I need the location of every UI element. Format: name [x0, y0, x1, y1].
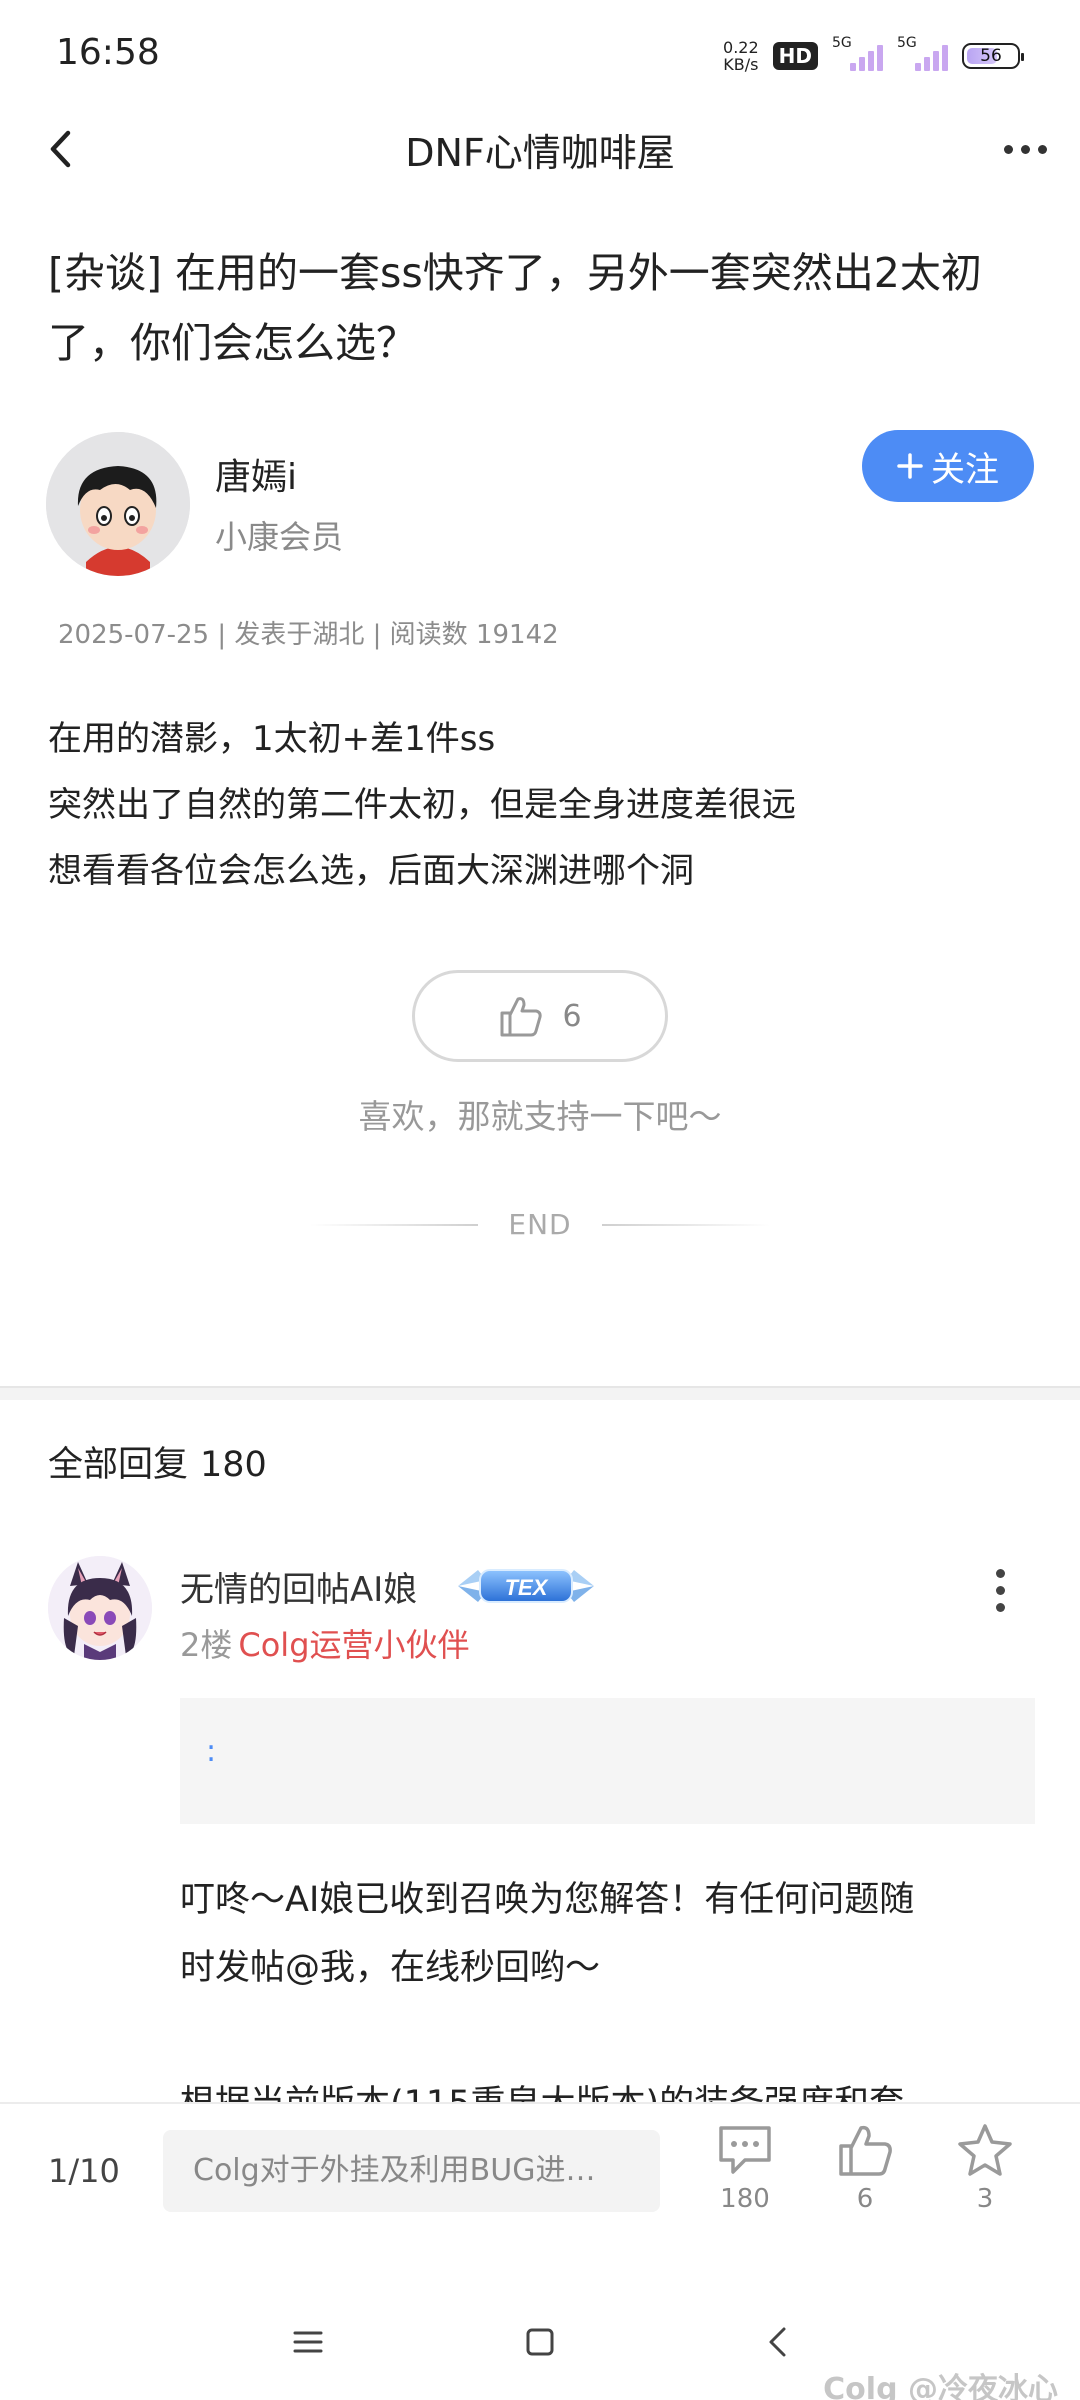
svg-text:TEX: TEX: [505, 1575, 549, 1600]
reply-paragraph: 叮咚～AI娘已收到召唤为您解答！有任何问题随: [180, 1880, 915, 1920]
post-body: 在用的潜影，1太初+差1件ss 突然出了自然的第二件太初，但是全身进度差很远 想…: [48, 706, 1038, 904]
top-nav: DNF心情咖啡屋: [0, 110, 1080, 190]
replies-count: 180: [200, 1445, 267, 1485]
status-bar: 16:58 0.22 KB/s HD 5G 5G 56: [0, 0, 1080, 110]
signal-5g-icon: 5G: [832, 35, 883, 71]
author-avatar[interactable]: [46, 432, 190, 576]
reply-floor: 2楼 Colg运营小伙伴: [180, 1620, 470, 1666]
system-back-button[interactable]: [748, 2312, 808, 2372]
section-divider: [0, 1386, 1080, 1400]
reply-floor-number: 2楼: [180, 1626, 233, 1664]
status-indicators: 0.22 KB/s HD 5G 5G 56: [723, 35, 1024, 76]
hd-icon: HD: [772, 42, 818, 70]
page-indicator[interactable]: 1/10: [48, 2152, 120, 2190]
thumbs-up-icon: [500, 997, 543, 1037]
battery-level: 56: [980, 46, 1002, 66]
reply-quote: :: [180, 1698, 1035, 1824]
replies-header-label: 全部回复: [48, 1445, 189, 1485]
replies-header: 全部回复 180: [48, 1436, 267, 1487]
watermark: Colg @冷夜冰心: [823, 2372, 1058, 2400]
like-count: 6: [856, 2184, 874, 2214]
avatar-image: [46, 432, 190, 576]
star-icon: [958, 2124, 1012, 2176]
favorite-count: 3: [976, 2184, 994, 2214]
post-body-line: 突然出了自然的第二件太初，但是全身进度差很远: [48, 785, 796, 825]
favorite-button[interactable]: 3: [940, 2122, 1030, 2214]
post-meta: 2025-07-25 | 发表于湖北 | 阅读数 19142: [58, 620, 559, 650]
signal-5g-icon: 5G: [897, 35, 948, 71]
thumbs-up-icon: [839, 2125, 892, 2176]
comment-button[interactable]: 180: [700, 2122, 790, 2214]
post-body-line: 想看看各位会怎么选，后面大深渊进哪个洞: [48, 851, 694, 891]
more-vertical-icon: [995, 1568, 1005, 1578]
forum-title[interactable]: DNF心情咖啡屋: [0, 122, 1080, 177]
post-body-line: 在用的潜影，1太初+差1件ss: [48, 719, 496, 759]
bottom-action-bar: 1/10 Colg对于外挂及利用BUG进… 180 6 3: [0, 2102, 1080, 2260]
comment-count: 180: [720, 2184, 770, 2214]
end-marker: END: [310, 1208, 771, 1241]
follow-label: 关注: [931, 449, 999, 490]
comment-icon: [719, 2126, 771, 2174]
author-name[interactable]: 唐嫣i: [215, 448, 297, 500]
status-time: 16:58: [56, 32, 160, 73]
plus-icon: [897, 453, 923, 479]
menu-button[interactable]: [278, 2312, 338, 2372]
reply-body: 叮咚～AI娘已收到召唤为您解答！有任何问题随 时发帖@我，在线秒回哟～ 根据当前…: [180, 1866, 1040, 2138]
menu-icon: [293, 2331, 323, 2353]
reply-input[interactable]: Colg对于外挂及利用BUG进…: [163, 2130, 660, 2212]
reply-avatar[interactable]: [48, 1556, 152, 1660]
reply-role: Colg运营小伙伴: [238, 1626, 470, 1664]
home-button[interactable]: [510, 2312, 570, 2372]
end-label: END: [508, 1208, 572, 1241]
post-like-count: 6: [562, 998, 582, 1034]
like-button[interactable]: 6: [820, 2122, 910, 2214]
avatar-image: [48, 1556, 152, 1660]
net-speed: 0.22 KB/s: [723, 38, 759, 74]
home-square-icon: [526, 2328, 554, 2356]
more-button[interactable]: [990, 124, 1060, 174]
back-triangle-icon: [769, 2327, 786, 2357]
post-like-button[interactable]: 6: [412, 970, 668, 1062]
follow-button[interactable]: 关注: [862, 430, 1034, 502]
more-horizontal-icon: [1003, 144, 1013, 154]
reply-paragraph: 时发帖@我，在线秒回哟～: [180, 1948, 601, 1988]
reply-more-button[interactable]: [980, 1560, 1020, 1620]
post-title: [杂谈] 在用的一套ss快齐了，另外一套突然出2太初了，你们会怎么选？: [48, 249, 982, 367]
reply-quote-text: :: [206, 1734, 217, 1769]
like-hint: 喜欢，那就支持一下吧～: [358, 1097, 722, 1136]
level-badge-icon: TEX: [456, 1564, 596, 1608]
reply-author-name[interactable]: 无情的回帖AI娘: [180, 1562, 417, 1611]
author-level: 小康会员: [215, 518, 344, 556]
battery-icon: 56: [962, 43, 1024, 69]
